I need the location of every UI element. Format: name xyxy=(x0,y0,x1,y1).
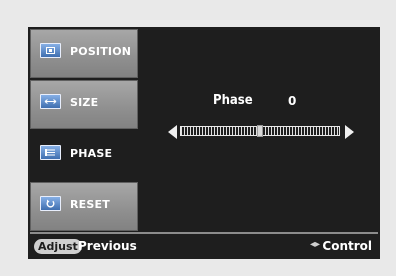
menu-item-size[interactable]: SIZE xyxy=(30,80,138,129)
size-icon xyxy=(40,94,61,109)
menu-item-reset[interactable]: RESET xyxy=(30,182,138,231)
previous-label: Previous xyxy=(78,239,137,253)
reset-icon xyxy=(40,196,61,211)
control-label: Control xyxy=(322,239,372,253)
phase-slider[interactable] xyxy=(168,125,368,139)
menu-item-label: POSITION xyxy=(70,45,132,58)
menu-item-label: SIZE xyxy=(70,96,99,109)
left-right-arrows-icon: ◂▸ xyxy=(309,239,320,250)
osd-menu: POSITION SIZE PHASE RESET xyxy=(28,27,140,231)
osd-screen: POSITION SIZE PHASE RESET Phase 0 Adjust… xyxy=(28,27,380,259)
adjust-button[interactable]: Adjust xyxy=(34,239,82,254)
position-icon xyxy=(40,43,61,58)
phase-icon xyxy=(40,145,61,160)
slider-left-arrow-icon[interactable] xyxy=(168,125,177,139)
slider-right-arrow-icon[interactable] xyxy=(345,125,354,139)
menu-item-phase[interactable]: PHASE xyxy=(30,131,138,180)
phase-value: 0 xyxy=(288,94,297,108)
slider-thumb[interactable] xyxy=(257,125,263,137)
slider-track[interactable] xyxy=(180,125,340,137)
footer-divider xyxy=(30,232,378,234)
menu-item-label: PHASE xyxy=(70,147,113,160)
menu-item-label: RESET xyxy=(70,198,110,211)
menu-item-position[interactable]: POSITION xyxy=(30,29,138,78)
phase-title: Phase xyxy=(213,93,253,108)
osd-footer: Adjust Previous ◂▸ Control xyxy=(28,237,380,259)
